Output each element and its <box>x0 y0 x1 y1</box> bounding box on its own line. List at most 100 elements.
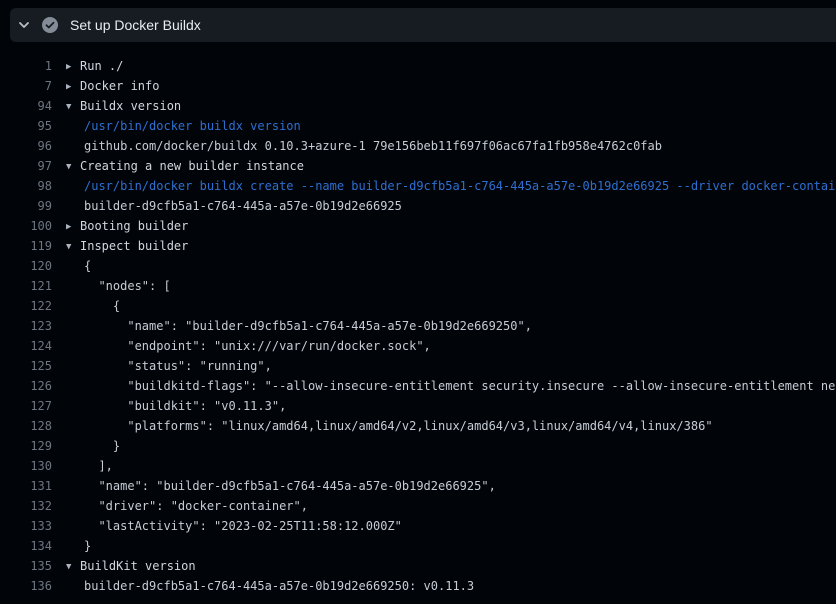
log-group-title: Run ./ <box>80 59 123 73</box>
log-output-text: "platforms": "linux/amd64,linux/amd64/v2… <box>84 419 713 433</box>
log-group-header[interactable]: ▼Buildx version <box>52 96 181 116</box>
log-group-title: Booting builder <box>80 219 188 233</box>
line-number[interactable]: 133 <box>0 516 52 536</box>
log-line: 100▶Booting builder <box>0 216 836 236</box>
log-group-header[interactable]: ▼Creating a new builder instance <box>52 156 304 176</box>
log-line: 97▼Creating a new builder instance <box>0 156 836 176</box>
log-line: 134} <box>0 536 836 556</box>
line-number[interactable]: 129 <box>0 436 52 456</box>
log-line-content: builder-d9cfb5a1-c764-445a-a57e-0b19d2e6… <box>52 196 402 216</box>
log-group-header[interactable]: ▼BuildKit version <box>52 556 196 576</box>
log-output-text: "driver": "docker-container", <box>84 499 308 513</box>
log-line: 122 { <box>0 296 836 316</box>
log-area: 1▶Run ./7▶Docker info94▼Buildx version95… <box>0 42 836 604</box>
line-number[interactable]: 1 <box>0 56 52 76</box>
log-group-header[interactable]: ▼Inspect builder <box>52 236 188 256</box>
line-number[interactable]: 96 <box>0 136 52 156</box>
line-number[interactable]: 94 <box>0 96 52 116</box>
log-output-text: "status": "running", <box>84 359 272 373</box>
log-line: 131 "name": "builder-d9cfb5a1-c764-445a-… <box>0 476 836 496</box>
line-number[interactable]: 99 <box>0 196 52 216</box>
line-number[interactable]: 134 <box>0 536 52 556</box>
log-line: 99 builder-d9cfb5a1-c764-445a-a57e-0b19d2… <box>0 196 836 216</box>
line-number[interactable]: 127 <box>0 396 52 416</box>
log-line: 123 "name": "builder-d9cfb5a1-c764-445a-… <box>0 316 836 336</box>
line-number[interactable]: 120 <box>0 256 52 276</box>
log-line: 98/usr/bin/docker buildx create --name b… <box>0 176 836 196</box>
log-group-header[interactable]: ▶Docker info <box>52 76 159 96</box>
log-output-text: "name": "builder-d9cfb5a1-c764-445a-a57e… <box>84 319 532 333</box>
log-command-text: /usr/bin/docker buildx create --name bui… <box>84 179 836 193</box>
log-line-content: "nodes": [ <box>52 276 171 296</box>
chevron-down-icon[interactable] <box>16 17 32 33</box>
log-line-content: } <box>52 436 120 456</box>
log-group-header[interactable]: ▶Booting builder <box>52 216 188 236</box>
line-number[interactable]: 98 <box>0 176 52 196</box>
log-line: 96 github.com/docker/buildx 0.10.3+azure-… <box>0 136 836 156</box>
line-number[interactable]: 97 <box>0 156 52 176</box>
log-line: 95/usr/bin/docker buildx version <box>0 116 836 136</box>
chevron-right-icon[interactable]: ▶ <box>66 77 80 97</box>
log-line: 129 } <box>0 436 836 456</box>
log-line-content: "platforms": "linux/amd64,linux/amd64/v2… <box>52 416 713 436</box>
log-output-text: "endpoint": "unix:///var/run/docker.sock… <box>84 339 431 353</box>
line-number[interactable]: 135 <box>0 556 52 576</box>
log-output-text: builder-d9cfb5a1-c764-445a-a57e-0b19d2e6… <box>84 199 402 213</box>
log-line-content: "buildkit": "v0.11.3", <box>52 396 286 416</box>
chevron-down-icon[interactable]: ▼ <box>66 157 80 177</box>
log-line: 136 builder-d9cfb5a1-c764-445a-a57e-0b19d… <box>0 576 836 596</box>
log-line-content: /usr/bin/docker buildx version <box>52 116 301 136</box>
chevron-right-icon[interactable]: ▶ <box>66 217 80 237</box>
log-line: 121 "nodes": [ <box>0 276 836 296</box>
line-number[interactable]: 119 <box>0 236 52 256</box>
log-line: 126 "buildkitd-flags": "--allow-insecure… <box>0 376 836 396</box>
log-line-content: "endpoint": "unix:///var/run/docker.sock… <box>52 336 431 356</box>
log-line: 7▶Docker info <box>0 76 836 96</box>
line-number[interactable]: 100 <box>0 216 52 236</box>
chevron-down-icon[interactable]: ▼ <box>66 237 80 257</box>
log-command-text: /usr/bin/docker buildx version <box>84 119 301 133</box>
log-line-content: /usr/bin/docker buildx create --name bui… <box>52 176 836 196</box>
line-number[interactable]: 130 <box>0 456 52 476</box>
log-output-text: { <box>84 259 91 273</box>
log-group-title: BuildKit version <box>80 559 196 573</box>
line-number[interactable]: 122 <box>0 296 52 316</box>
line-number[interactable]: 132 <box>0 496 52 516</box>
log-line: 124 "endpoint": "unix:///var/run/docker.… <box>0 336 836 356</box>
log-line-content: { <box>52 256 91 276</box>
check-circle-icon <box>42 17 58 33</box>
log-group-header[interactable]: ▶Run ./ <box>52 56 123 76</box>
log-line-content: "name": "builder-d9cfb5a1-c764-445a-a57e… <box>52 316 532 336</box>
log-line: 120 { <box>0 256 836 276</box>
log-output-text: "buildkit": "v0.11.3", <box>84 399 286 413</box>
log-line-content: "lastActivity": "2023-02-25T11:58:12.000… <box>52 516 402 536</box>
log-group-title: Creating a new builder instance <box>80 159 304 173</box>
chevron-down-icon[interactable]: ▼ <box>66 97 80 117</box>
log-line-content: builder-d9cfb5a1-c764-445a-a57e-0b19d2e6… <box>52 576 474 596</box>
log-line: 133 "lastActivity": "2023-02-25T11:58:12… <box>0 516 836 536</box>
log-group-title: Buildx version <box>80 99 181 113</box>
step-header[interactable]: Set up Docker Buildx <box>10 8 836 42</box>
line-number[interactable]: 95 <box>0 116 52 136</box>
log-line-content: { <box>52 296 120 316</box>
line-number[interactable]: 121 <box>0 276 52 296</box>
line-number[interactable]: 123 <box>0 316 52 336</box>
line-number[interactable]: 128 <box>0 416 52 436</box>
line-number[interactable]: 126 <box>0 376 52 396</box>
log-line: 130 ], <box>0 456 836 476</box>
log-line-content: ], <box>52 456 113 476</box>
line-number[interactable]: 125 <box>0 356 52 376</box>
log-output-text: "lastActivity": "2023-02-25T11:58:12.000… <box>84 519 402 533</box>
line-number[interactable]: 131 <box>0 476 52 496</box>
line-number[interactable]: 136 <box>0 576 52 596</box>
log-output-text: github.com/docker/buildx 0.10.3+azure-1 … <box>84 139 662 153</box>
log-line-content: } <box>52 536 91 556</box>
line-number[interactable]: 124 <box>0 336 52 356</box>
log-line: 132 "driver": "docker-container", <box>0 496 836 516</box>
log-output-text: builder-d9cfb5a1-c764-445a-a57e-0b19d2e6… <box>84 579 474 593</box>
line-number[interactable]: 7 <box>0 76 52 96</box>
chevron-right-icon[interactable]: ▶ <box>66 57 80 77</box>
log-line-content: "status": "running", <box>52 356 272 376</box>
log-output-text: } <box>84 439 120 453</box>
chevron-down-icon[interactable]: ▼ <box>66 557 80 577</box>
